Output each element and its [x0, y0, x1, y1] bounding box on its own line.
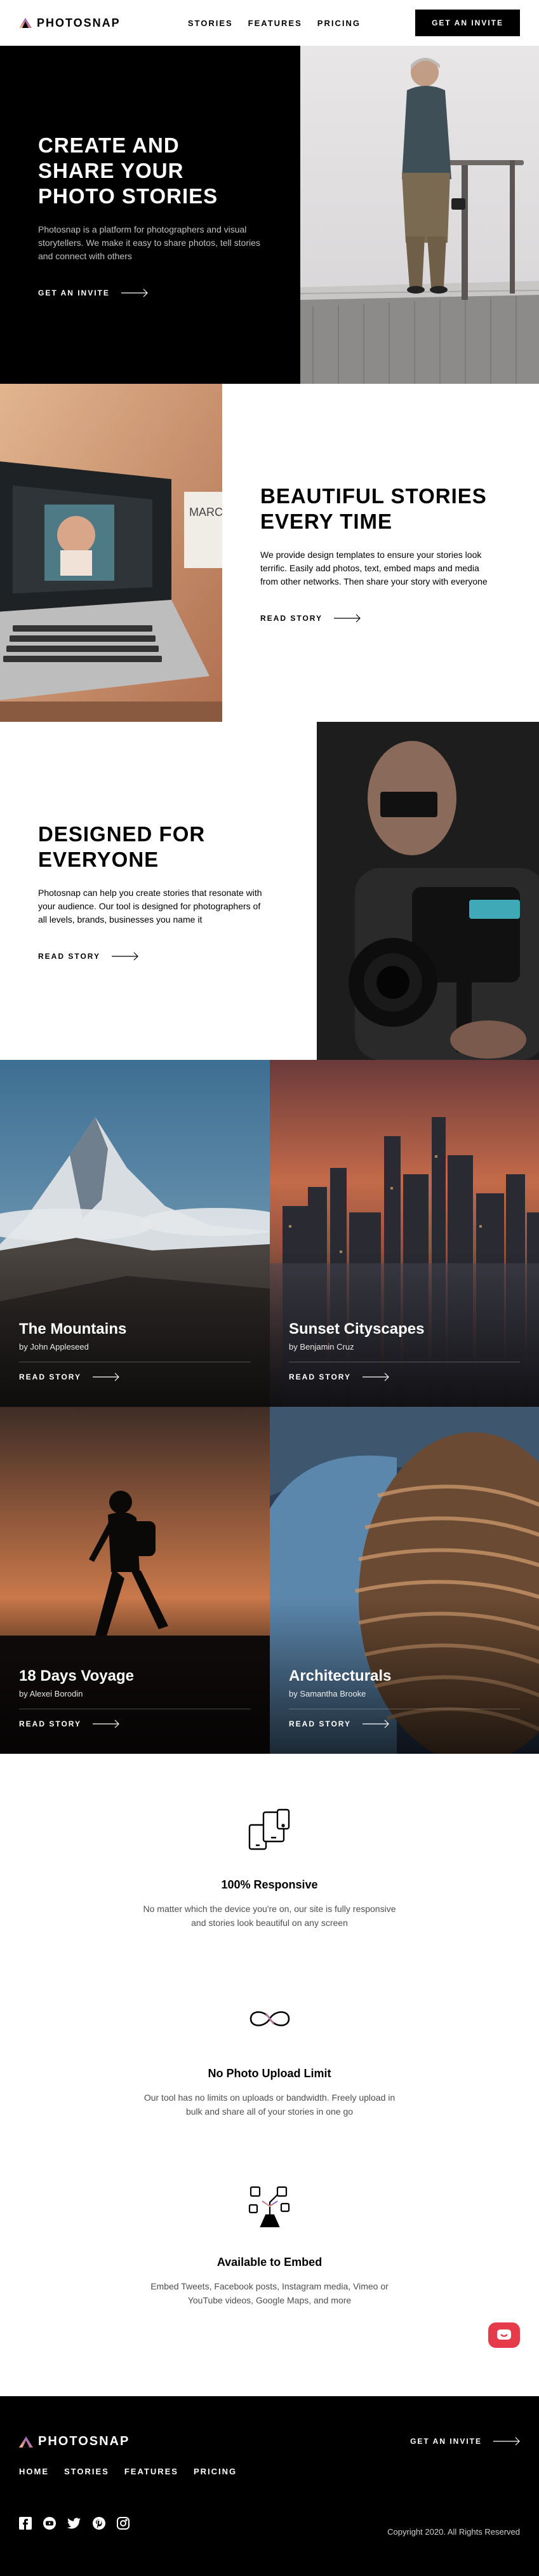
footer-invite-label: GET AN INVITE	[410, 2437, 482, 2446]
story-title: Architecturals	[289, 1667, 392, 1685]
nav-link-features[interactable]: FEATURES	[248, 17, 302, 29]
read-story-link[interactable]: READ STORY	[38, 952, 279, 961]
footer-link-stories[interactable]: STORIES	[64, 2467, 109, 2476]
section-description-beautiful-stories: We provide design templates to ensure yo…	[260, 549, 488, 586]
story-author: by John Appleseed	[19, 1342, 89, 1352]
read-story-label: READ STORY	[38, 951, 101, 961]
story-author: by Samantha Brooke	[289, 1689, 366, 1698]
section-title-beautiful-stories: BEAUTIFUL STORIES EVERY TIME	[260, 484, 487, 533]
section-description-designed: Photosnap can help you create stories th…	[38, 887, 262, 925]
twitter-icon[interactable]	[67, 2517, 81, 2533]
site-header: PHOTOSNAP STORIES FEATURES PRICING GET A…	[0, 0, 539, 46]
hero-invite-label: GET AN INVITE	[38, 288, 110, 297]
responsive-devices-icon	[143, 1805, 397, 1855]
read-story-label: READ STORY	[289, 1719, 352, 1728]
story-card[interactable]: 18 Days Voyage by Alexei Borodin READ ST…	[0, 1407, 270, 1754]
site-footer: PHOTOSNAP HOME STORIES FEATURES PRICING …	[0, 2396, 539, 2576]
feature-title: Available to Embed	[216, 2256, 323, 2268]
story-info: Architecturals by Samantha Brooke READ S…	[289, 1667, 520, 1728]
story-info: 18 Days Voyage by Alexei Borodin READ ST…	[19, 1667, 251, 1728]
chat-icon	[497, 2329, 511, 2340]
story-info: The Mountains by John Appleseed READ STO…	[19, 1320, 251, 1381]
feature-title: 100% Responsive	[221, 1878, 318, 1891]
footer-nav: HOME STORIES FEATURES PRICING	[19, 2467, 237, 2476]
infinity-icon	[143, 1993, 397, 2044]
hero-text: CREATE AND SHARE YOUR PHOTO STORIES Phot…	[0, 46, 300, 384]
story-title: 18 Days Voyage	[19, 1667, 134, 1685]
arrow-right-icon	[363, 1719, 389, 1728]
hero-title: CREATE AND SHARE YOUR PHOTO STORIES	[38, 133, 218, 208]
designed-for-everyone-section: DESIGNED FOR EVERYONE Photosnap can help…	[0, 722, 539, 1060]
read-story-link[interactable]: READ STORY	[289, 1373, 520, 1381]
feature-description: No matter which the device you're on, ou…	[143, 1904, 396, 1928]
chat-widget-button[interactable]	[488, 2322, 520, 2348]
pinterest-icon[interactable]	[93, 2517, 105, 2533]
footer-link-pricing[interactable]: PRICING	[194, 2467, 237, 2476]
story-info: Sunset Cityscapes by Benjamin Cruz READ …	[289, 1320, 520, 1381]
section-title-designed: DESIGNED FOR EVERYONE	[38, 822, 206, 871]
hero-section: CREATE AND SHARE YOUR PHOTO STORIES Phot…	[0, 46, 539, 384]
read-story-label: READ STORY	[289, 1373, 352, 1381]
copyright-text: Copyright 2020. All Rights Reserved	[387, 2527, 520, 2537]
arrow-right-icon	[112, 952, 138, 960]
nav-link-stories[interactable]: STORIES	[188, 17, 233, 29]
footer-link-home[interactable]: HOME	[19, 2467, 49, 2476]
story-title: Sunset Cityscapes	[289, 1320, 425, 1338]
story-card[interactable]: Architecturals by Samantha Brooke READ S…	[270, 1407, 539, 1754]
designed-text: DESIGNED FOR EVERYONE Photosnap can help…	[0, 722, 317, 1060]
arrow-right-icon	[93, 1719, 119, 1728]
svg-text:MARC: MARC	[189, 506, 222, 519]
footer-invite-link[interactable]: GET AN INVITE	[410, 2437, 520, 2446]
read-story-link[interactable]: READ STORY	[19, 1719, 251, 1728]
footer-link-features[interactable]: FEATURES	[124, 2467, 178, 2476]
footer-brand-name: PHOTOSNAP	[38, 2434, 130, 2448]
arrow-right-icon	[363, 1373, 389, 1381]
features-section: 100% Responsive No matter which the devi…	[0, 1754, 539, 2396]
read-story-link[interactable]: READ STORY	[260, 614, 501, 623]
hero-description: Photosnap is a platform for photographer…	[38, 224, 260, 261]
arrow-right-icon	[493, 2437, 520, 2446]
beautiful-stories-text: BEAUTIFUL STORIES EVERY TIME We provide …	[222, 384, 539, 722]
embed-icon	[143, 2182, 397, 2233]
logo-triangle-icon	[19, 18, 32, 28]
feature-item: 100% Responsive No matter which the devi…	[143, 1805, 397, 1930]
feature-item: No Photo Upload Limit Our tool has no li…	[143, 1993, 397, 2118]
story-card[interactable]: The Mountains by John Appleseed READ STO…	[0, 1060, 270, 1407]
beautiful-stories-section: MARC BEAUTIFUL STORIES EVERY TIME We pro…	[0, 384, 539, 722]
read-story-link[interactable]: READ STORY	[19, 1373, 251, 1381]
story-author: by Benjamin Cruz	[289, 1342, 354, 1352]
main-nav: STORIES FEATURES PRICING	[188, 17, 361, 29]
read-story-label: READ STORY	[260, 613, 323, 623]
brand-logo[interactable]: PHOTOSNAP	[19, 17, 121, 30]
arrow-right-icon	[93, 1373, 119, 1381]
logo-triangle-icon	[19, 2436, 33, 2448]
story-title: The Mountains	[19, 1320, 127, 1338]
brand-name: PHOTOSNAP	[37, 16, 121, 29]
story-author: by Alexei Borodin	[19, 1689, 83, 1698]
feature-item: Available to Embed Embed Tweets, Faceboo…	[143, 2182, 397, 2307]
youtube-icon[interactable]	[43, 2517, 56, 2533]
instagram-icon[interactable]	[117, 2517, 130, 2533]
read-story-label: READ STORY	[19, 1373, 82, 1381]
feature-description: Embed Tweets, Facebook posts, Instagram …	[150, 2281, 389, 2305]
arrow-right-icon	[334, 614, 361, 622]
story-card[interactable]: Sunset Cityscapes by Benjamin Cruz READ …	[270, 1060, 539, 1407]
footer-brand-logo[interactable]: PHOTOSNAP	[19, 2434, 237, 2449]
facebook-icon[interactable]	[19, 2517, 32, 2533]
feature-title: No Photo Upload Limit	[208, 2067, 331, 2080]
laptop-photo: MARC	[0, 384, 229, 722]
hero-invite-link[interactable]: GET AN INVITE	[38, 288, 262, 297]
read-story-label: READ STORY	[19, 1719, 82, 1728]
nav-link-pricing[interactable]: PRICING	[317, 17, 361, 29]
arrow-right-icon	[121, 288, 148, 297]
read-story-link[interactable]: READ STORY	[289, 1719, 520, 1728]
hero-photo	[300, 46, 539, 384]
feature-description: Our tool has no limits on uploads or ban…	[143, 2092, 396, 2117]
stories-grid: The Mountains by John Appleseed READ STO…	[0, 1060, 539, 1754]
get-invite-button[interactable]: GET AN INVITE	[415, 10, 520, 36]
camera-operator-photo	[317, 722, 539, 1060]
